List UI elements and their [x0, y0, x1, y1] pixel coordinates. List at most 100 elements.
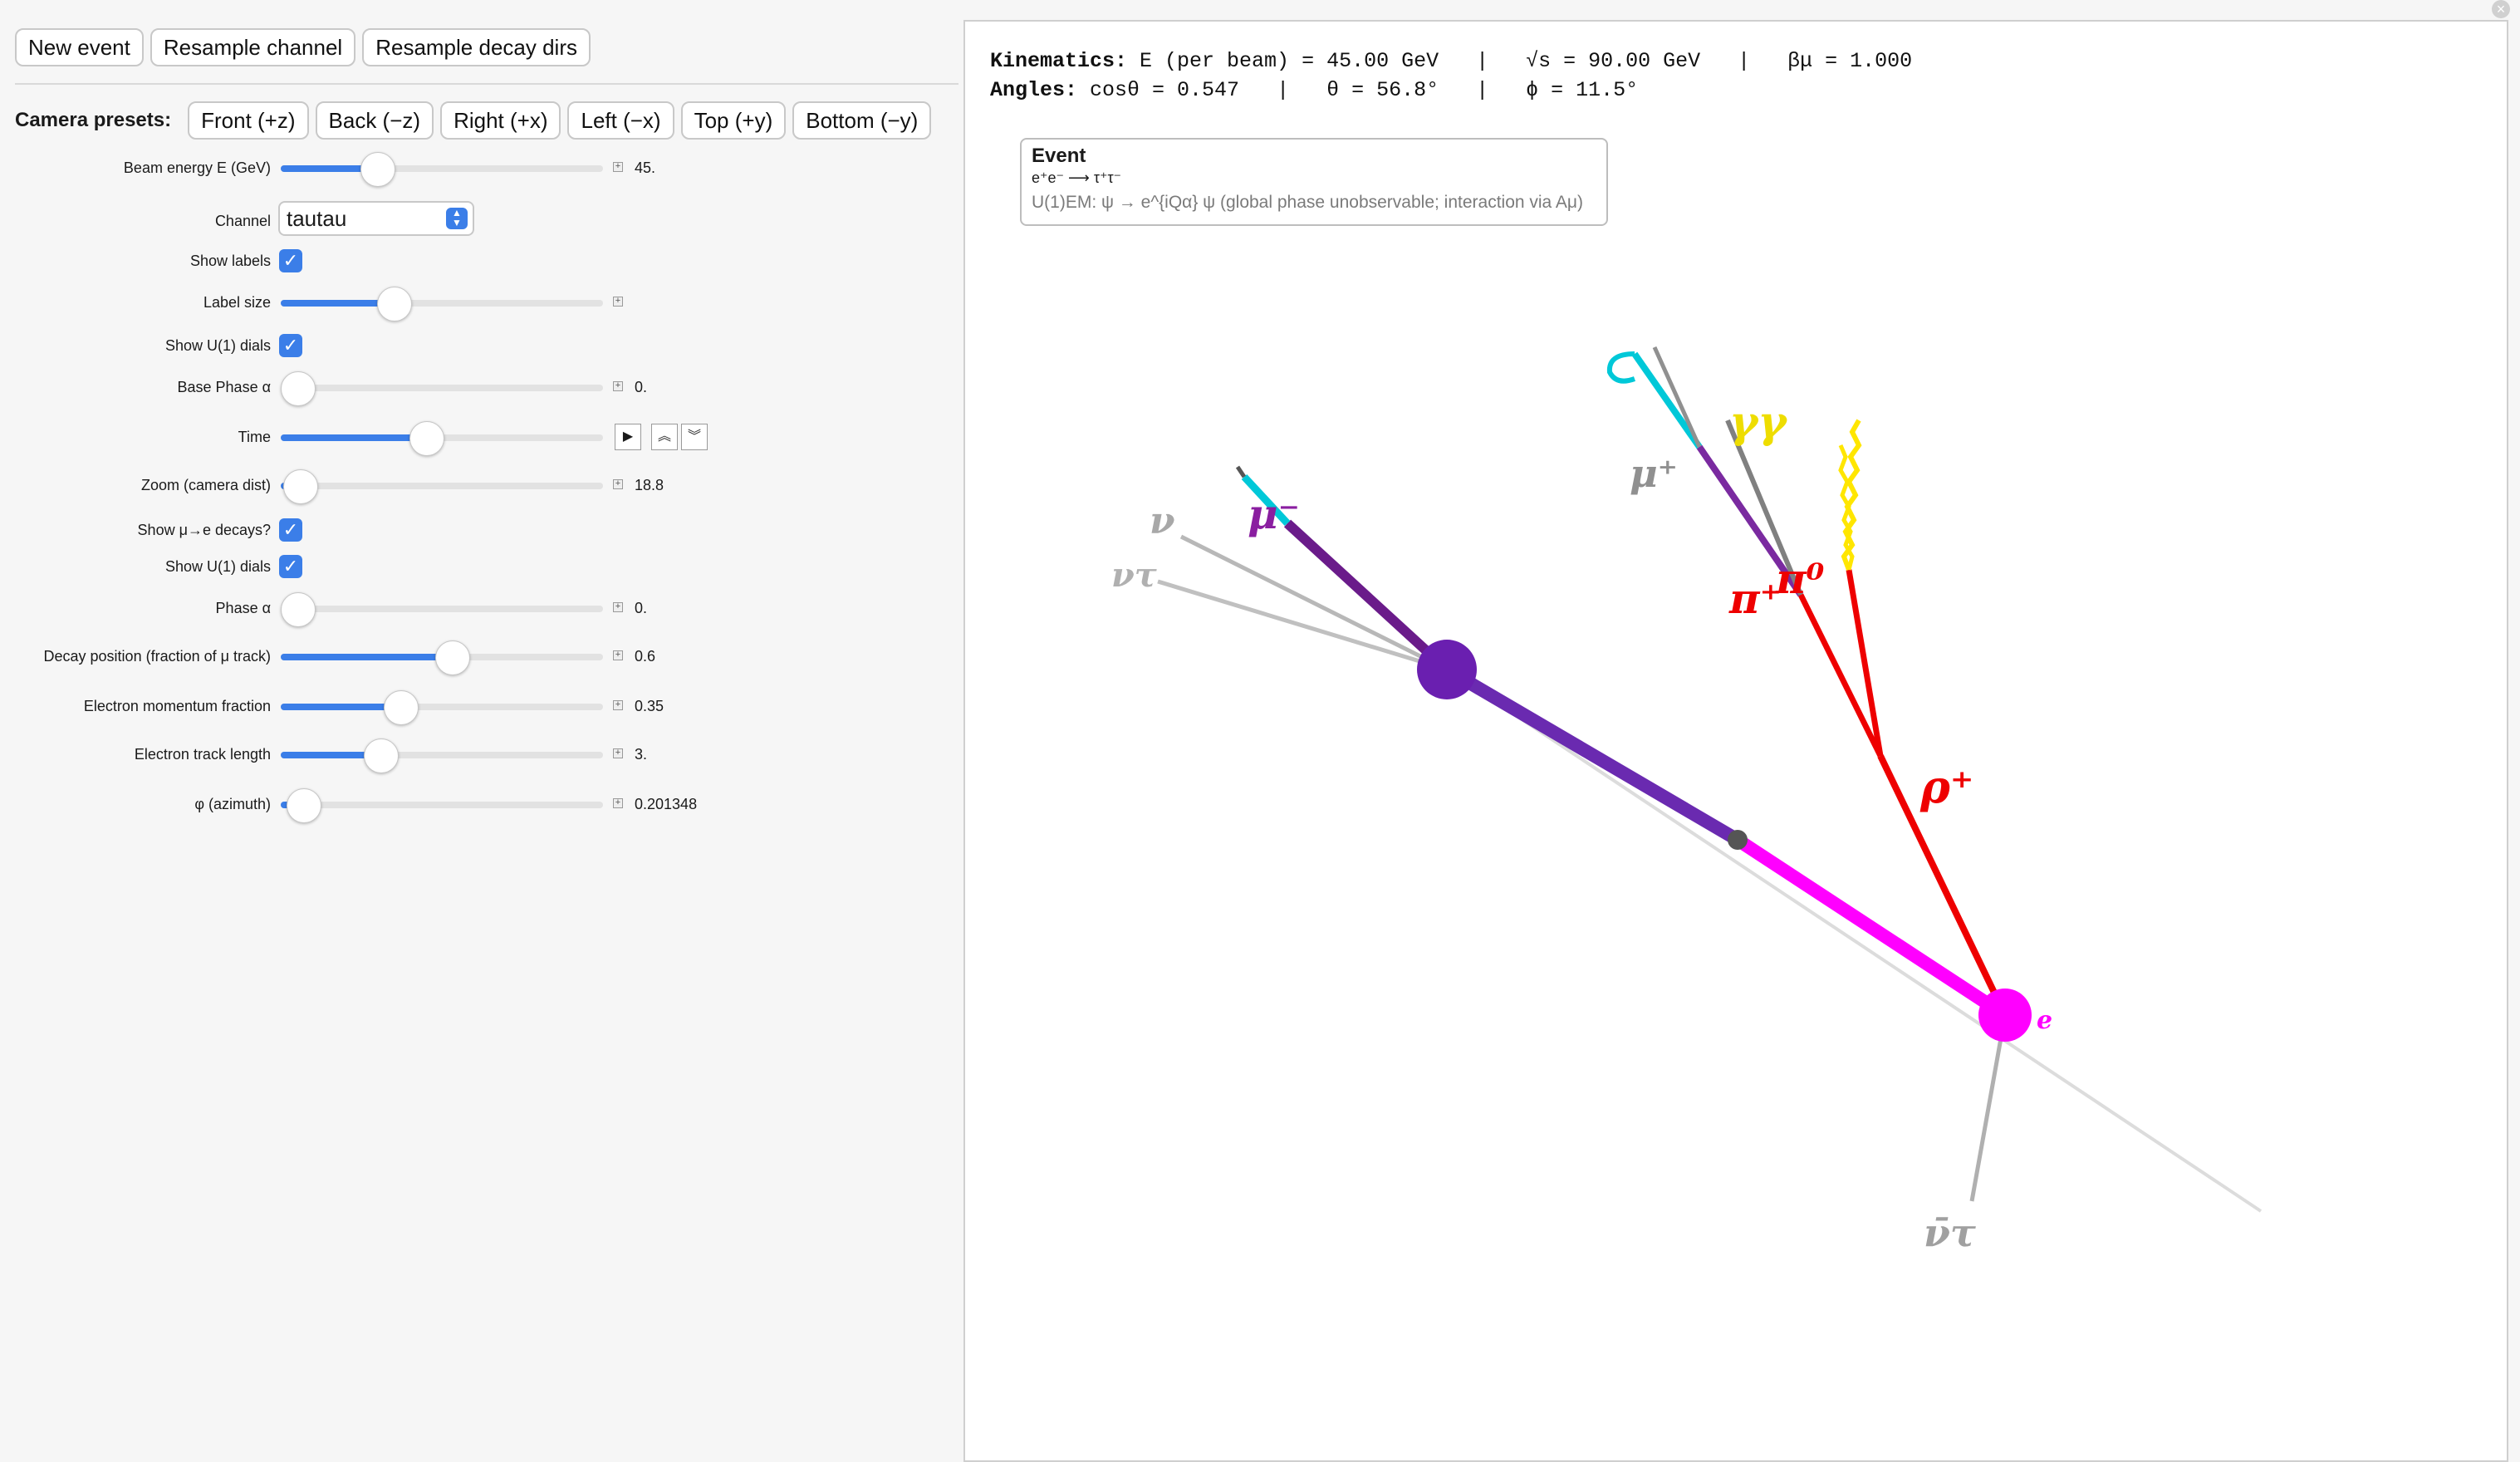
decay-position-row: Decay position (fraction of μ track) + 0… [0, 640, 963, 675]
show-u1-dials-label: Show U(1) dials [164, 337, 271, 354]
expand-icon[interactable]: + [613, 479, 623, 489]
expand-icon[interactable]: + [613, 297, 623, 307]
expand-icon[interactable]: + [613, 650, 623, 660]
electron-track-value: 3. [635, 746, 648, 763]
phase-value: 0. [635, 600, 648, 616]
event-viewer[interactable]: Kinematics: E (per beam) = 45.00 GeV | √… [963, 20, 2508, 1462]
camera-front-button[interactable]: Front (+z) [188, 101, 309, 140]
show-u1-dials-checkbox-2[interactable]: ✓ [279, 555, 302, 578]
electron-momentum-label: Electron momentum fraction [83, 698, 271, 714]
label-size-slider[interactable] [281, 287, 603, 321]
phase-slider[interactable] [281, 592, 603, 627]
show-u1-dials-checkbox[interactable]: ✓ [279, 334, 302, 357]
tau-plus-vertex [1978, 989, 2032, 1042]
phase-row: Phase α + 0. [0, 591, 963, 627]
slider-knob[interactable] [281, 592, 316, 627]
beam-energy-value: 45. [635, 159, 656, 176]
toolbar-divider [15, 83, 958, 85]
slider-knob[interactable] [287, 788, 322, 823]
expand-icon[interactable]: + [613, 162, 623, 172]
zoom-row: Zoom (camera dist) + 18.8 [0, 469, 963, 504]
expand-icon[interactable]: + [613, 748, 623, 758]
mu-plus-label: μ⁺ [1630, 451, 1678, 496]
tau-minus-track [1443, 664, 1742, 846]
base-phase-label: Base Phase α [177, 379, 271, 395]
show-u1-dials-row-2: Show U(1) dials ✓ [0, 550, 963, 583]
zoom-value: 18.8 [635, 477, 664, 493]
channel-select[interactable]: tautau ▲ ▼ [278, 201, 474, 236]
azimuth-row: φ (azimuth) + 0.201348 [0, 787, 963, 823]
beam-energy-label: Beam energy E (GeV) [123, 159, 271, 176]
decay-position-slider[interactable] [281, 640, 603, 675]
label-size-row: Label size + [0, 286, 963, 321]
show-mu-e-label: Show μ→e decays? [137, 522, 271, 538]
select-chevron-icon: ▲ ▼ [446, 208, 468, 229]
expand-icon[interactable]: + [613, 602, 623, 612]
azimuth-value: 0.201348 [635, 796, 698, 812]
channel-label: Channel [214, 213, 271, 229]
beam-energy-row: Beam energy E (GeV) + 45. [0, 151, 963, 187]
tau-minus-vertex [1417, 640, 1477, 699]
beam-axis [1445, 668, 2263, 1213]
camera-left-button[interactable]: Left (−x) [567, 101, 674, 140]
play-icon[interactable]: ▶ [615, 424, 641, 450]
slider-knob[interactable] [283, 469, 319, 504]
collision-point [1728, 830, 1748, 850]
nu-mu-track [1179, 534, 1449, 672]
u1-dial-icon [1606, 351, 1636, 384]
resample-channel-button[interactable]: Resample channel [150, 28, 356, 66]
camera-bottom-button[interactable]: Bottom (−y) [792, 101, 932, 140]
electron-track-label: Electron track length [134, 746, 271, 763]
show-u1-dials-label-2: Show U(1) dials [164, 558, 271, 575]
slider-knob[interactable] [360, 152, 396, 187]
expand-icon[interactable]: + [613, 798, 623, 808]
show-labels-label: Show labels [189, 253, 271, 269]
pi-zero-label: π⁰ [1775, 554, 1825, 603]
expand-icon[interactable]: + [613, 700, 623, 710]
e-label: e [2037, 1006, 2052, 1035]
gamma-label: γγ [1729, 397, 1788, 448]
zoom-slider[interactable] [281, 469, 603, 504]
toolbar: New event Resample channel Resample deca… [15, 28, 591, 66]
electron-momentum-slider[interactable] [281, 690, 603, 725]
electron-track-slider[interactable] [281, 738, 603, 773]
slider-knob[interactable] [281, 371, 316, 406]
show-mu-e-checkbox[interactable]: ✓ [279, 518, 302, 542]
camera-back-button[interactable]: Back (−z) [315, 101, 434, 140]
nu-mu-label: ν [1150, 500, 1175, 542]
electron-momentum-row: Electron momentum fraction + 0.35 [0, 689, 963, 725]
electron-upper-track [1631, 351, 1703, 449]
decay-position-value: 0.6 [635, 648, 656, 665]
nu-tau-upper-label: ντ [1111, 556, 1157, 595]
slower-icon[interactable]: ︾ [681, 424, 708, 450]
show-mu-e-row: Show μ→e decays? ✓ [0, 513, 963, 547]
electron-track-row: Electron track length + 3. [0, 738, 963, 773]
mu-label: μ⁻ [1248, 489, 1300, 538]
muon-track [1283, 519, 1451, 674]
faster-icon[interactable]: ︽ [651, 424, 678, 450]
base-phase-row: Base Phase α + 0. [0, 370, 963, 406]
azimuth-slider[interactable] [281, 788, 603, 823]
expand-icon[interactable]: + [613, 381, 623, 391]
show-labels-row: Show labels ✓ [0, 244, 963, 277]
slider-knob[interactable] [409, 421, 444, 456]
new-event-button[interactable]: New event [15, 28, 144, 66]
azimuth-label: φ (azimuth) [194, 796, 271, 812]
slider-knob[interactable] [376, 287, 412, 321]
event-scene[interactable]: μ⁻ ν ντ ρ⁺ π⁺ π⁰ γγ μ⁺ e ν̄τ [965, 22, 2507, 1460]
base-phase-value: 0. [635, 379, 648, 395]
label-size-label: Label size [203, 294, 271, 311]
camera-right-button[interactable]: Right (+x) [440, 101, 561, 140]
base-phase-slider[interactable] [281, 371, 603, 406]
slider-knob[interactable] [364, 738, 400, 773]
time-slider[interactable] [281, 421, 603, 456]
resample-decay-dirs-button[interactable]: Resample decay dirs [362, 28, 591, 66]
electron-tip [1235, 465, 1247, 478]
camera-presets-label: Camera presets: [15, 109, 172, 131]
camera-top-button[interactable]: Top (+y) [680, 101, 787, 140]
beam-energy-slider[interactable] [281, 152, 603, 187]
slider-knob[interactable] [383, 690, 419, 725]
show-labels-checkbox[interactable]: ✓ [279, 249, 302, 272]
close-icon[interactable]: × [2492, 0, 2510, 18]
slider-knob[interactable] [434, 640, 470, 675]
